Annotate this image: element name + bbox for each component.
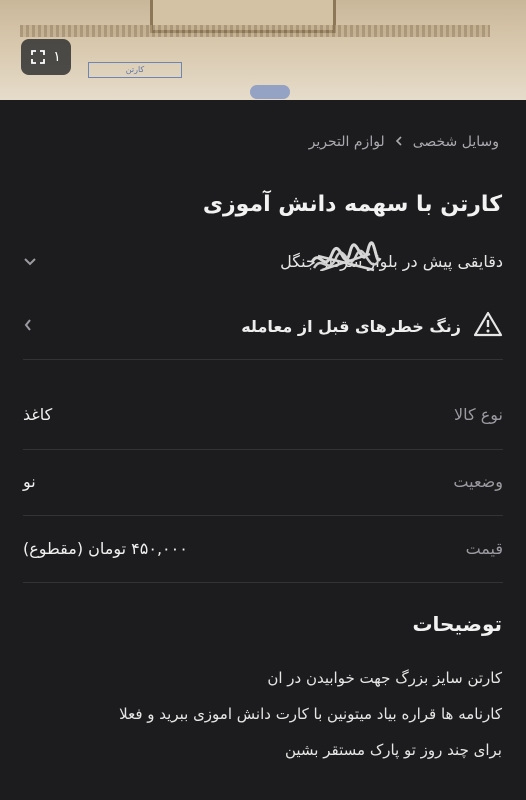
image-count: ۱: [53, 49, 61, 65]
description-text: کارتن سایز بزرگ جهت خوابیدن در ان کارنام…: [20, 660, 502, 768]
listing-details: وسایل شخصی لوازم التحریر کارتن با سهمه د…: [0, 100, 526, 800]
description-line: کارنامه ها قراره بیاد میتونین با کارت دا…: [119, 705, 502, 723]
spec-row-type: نوع کالا کاغذ: [23, 394, 503, 434]
chevron-left-icon: [395, 134, 403, 150]
box-print: کارتن: [88, 62, 182, 78]
spec-label: قیمت: [465, 538, 503, 558]
price-value: ۴۵۰,۰۰۰ تومان (مقطوع): [23, 538, 188, 558]
expand-icon: [31, 50, 46, 64]
redaction-scribble: [310, 241, 382, 272]
breadcrumb-item-stationery[interactable]: لوازم التحریر: [309, 134, 385, 150]
breadcrumb-item-personal[interactable]: وسایل شخصی: [413, 134, 499, 150]
divider: [23, 582, 503, 583]
chevron-left-icon: [23, 317, 33, 336]
spec-row-condition: وضعیت نو: [23, 461, 503, 501]
divider: [23, 449, 503, 450]
risk-warning-label: زنگ خطرهای قبل از معامله: [241, 316, 461, 336]
spec-label: وضعیت: [453, 471, 503, 491]
divider: [23, 515, 503, 516]
listing-image[interactable]: کارتن ۱: [0, 0, 526, 100]
spec-value: کاغذ: [23, 404, 53, 424]
box-logo: [250, 85, 290, 99]
divider: [23, 359, 503, 360]
gallery-count-badge[interactable]: ۱: [21, 39, 71, 75]
breadcrumb: وسایل شخصی لوازم التحریر: [309, 134, 499, 150]
risk-warning-label-group: زنگ خطرهای قبل از معامله: [241, 311, 503, 341]
spec-label: نوع کالا: [454, 404, 503, 424]
spec-value: نو: [23, 471, 36, 491]
box-edge: [20, 25, 490, 37]
description-heading: توضیحات: [412, 612, 502, 636]
description-line: کارتن سایز بزرگ جهت خوابیدن در ان: [267, 669, 502, 687]
warning-icon: [473, 311, 503, 341]
listing-title: کارتن با سهمه دانش آموزی: [202, 192, 502, 217]
chevron-down-icon[interactable]: [23, 252, 37, 271]
risk-warning-row[interactable]: زنگ خطرهای قبل از معامله: [23, 306, 503, 346]
spec-row-price: قیمت ۴۵۰,۰۰۰ تومان (مقطوع): [23, 528, 503, 568]
location-row[interactable]: دقایقی پیش در بلوار سردار جنگل: [23, 244, 503, 278]
description-line: برای چند روز تو پارک مستقر بشین: [284, 741, 502, 759]
